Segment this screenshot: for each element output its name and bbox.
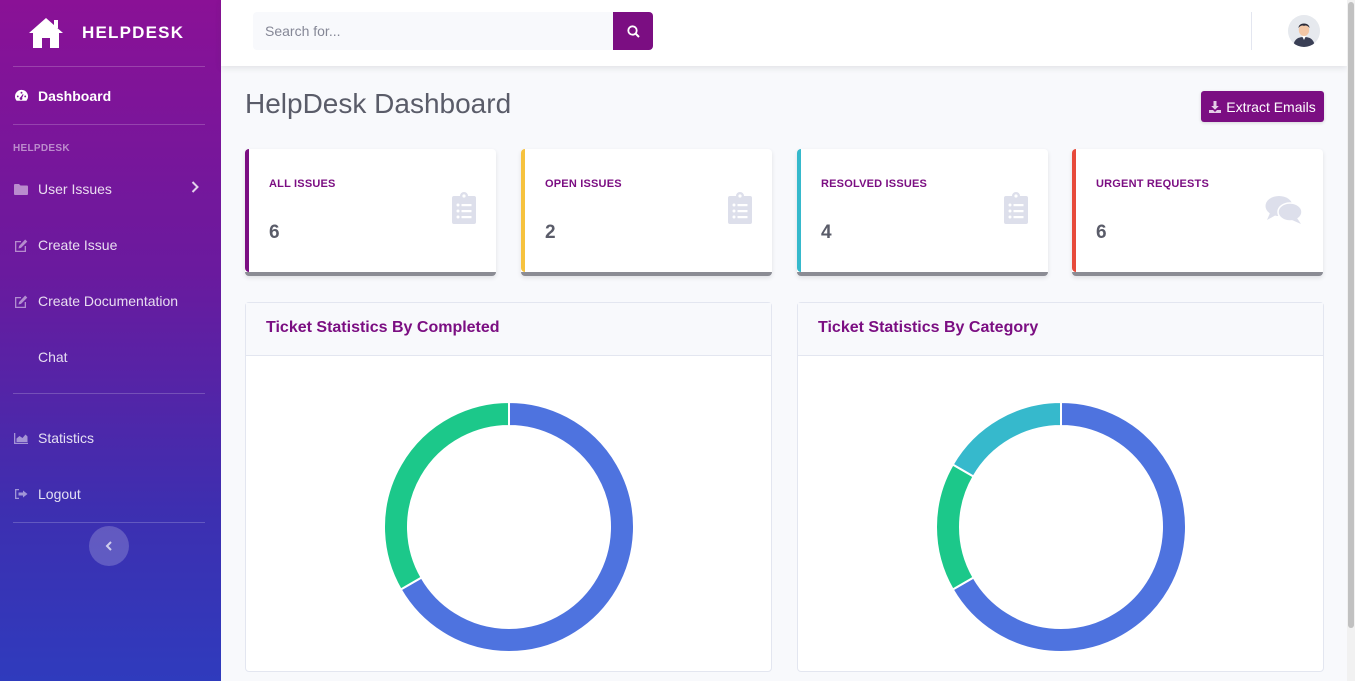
clipboard-list-icon xyxy=(728,192,752,224)
card-accent xyxy=(1072,149,1076,272)
sidebar-item-user-issues[interactable]: User Issues xyxy=(0,161,221,217)
card-accent xyxy=(245,149,249,272)
card-resolved-issues: RESOLVED ISSUES 4 xyxy=(797,149,1048,276)
card-urgent-requests: URGENT REQUESTS 6 xyxy=(1072,149,1323,276)
sidebar-item-label: Create Issue xyxy=(38,237,118,253)
sign-out-icon xyxy=(14,488,38,500)
topbar xyxy=(221,0,1347,66)
card-value: 6 xyxy=(1096,222,1107,243)
card-label: ALL ISSUES xyxy=(269,178,336,190)
search-input[interactable] xyxy=(253,12,613,50)
edit-icon xyxy=(14,295,38,308)
topbar-divider xyxy=(1251,12,1252,50)
tachometer-icon xyxy=(14,89,38,102)
donut-slice[interactable] xyxy=(935,463,975,591)
sidebar-item-create-issue[interactable]: Create Issue xyxy=(0,217,221,273)
search-form xyxy=(253,12,653,50)
sidebar-item-chat[interactable]: Chat xyxy=(0,329,221,385)
sidebar-item-statistics[interactable]: Statistics xyxy=(0,410,221,466)
user-avatar[interactable] xyxy=(1288,15,1320,47)
card-open-issues: OPEN ISSUES 2 xyxy=(521,149,772,276)
card-value: 4 xyxy=(821,222,832,243)
home-icon xyxy=(29,18,63,48)
card-label: OPEN ISSUES xyxy=(545,178,622,190)
comments-icon xyxy=(1265,196,1303,224)
clipboard-list-icon xyxy=(452,192,476,224)
panel-completed-stats: Ticket Statistics By Completed xyxy=(245,302,772,672)
panel-title: Ticket Statistics By Category xyxy=(798,303,1323,356)
panel-title: Ticket Statistics By Completed xyxy=(246,303,771,356)
card-value: 2 xyxy=(545,222,556,243)
sidebar-divider xyxy=(13,393,205,394)
user-avatar-icon xyxy=(1288,15,1320,47)
download-icon xyxy=(1209,100,1222,113)
card-accent xyxy=(521,149,525,272)
sidebar-item-label: User Issues xyxy=(38,181,112,197)
sidebar-item-label: Dashboard xyxy=(38,87,112,104)
card-accent xyxy=(797,149,801,272)
sidebar-item-label: Chat xyxy=(38,349,68,365)
donut-slice[interactable] xyxy=(383,400,510,591)
sidebar-heading: HELPDESK xyxy=(13,143,70,154)
card-label: URGENT REQUESTS xyxy=(1096,178,1210,190)
donut-chart-completed xyxy=(383,400,635,653)
edit-icon xyxy=(14,239,38,252)
sidebar-item-create-documentation[interactable]: Create Documentation xyxy=(0,273,221,329)
brand-name: HELPDESK xyxy=(82,23,185,42)
brand-link[interactable]: HELPDESK xyxy=(0,0,221,66)
search-icon xyxy=(626,24,640,38)
sidebar-item-dashboard[interactable]: Dashboard xyxy=(0,67,221,124)
sidebar-item-label: Create Documentation xyxy=(38,293,179,309)
sidebar-toggle-button[interactable] xyxy=(89,526,129,566)
sidebar-item-label: Statistics xyxy=(38,430,95,446)
sidebar-item-label: Logout xyxy=(38,486,81,502)
card-all-issues: ALL ISSUES 6 xyxy=(245,149,496,276)
extract-emails-label: Extract Emails xyxy=(1226,98,1316,115)
scrollbar-thumb[interactable] xyxy=(1348,2,1354,628)
search-button[interactable] xyxy=(613,12,653,50)
sidebar-item-logout[interactable]: Logout xyxy=(0,466,221,522)
clipboard-list-icon xyxy=(1004,192,1028,224)
folder-icon xyxy=(14,183,38,195)
card-label: RESOLVED ISSUES xyxy=(821,178,928,190)
sidebar: HELPDESK Dashboard HELPDESK User Issues … xyxy=(0,0,221,681)
donut-slice[interactable] xyxy=(951,400,1062,478)
page-title: HelpDesk Dashboard xyxy=(245,88,512,119)
donut-chart-category xyxy=(935,400,1187,653)
area-chart-icon xyxy=(14,432,38,444)
chevron-left-icon xyxy=(105,541,112,551)
sidebar-divider xyxy=(13,522,205,523)
panel-category-stats: Ticket Statistics By Category xyxy=(797,302,1324,672)
chevron-right-icon xyxy=(191,181,199,193)
card-value: 6 xyxy=(269,222,280,243)
page-scrollbar[interactable] xyxy=(1347,0,1355,681)
extract-emails-button[interactable]: Extract Emails xyxy=(1201,91,1324,122)
